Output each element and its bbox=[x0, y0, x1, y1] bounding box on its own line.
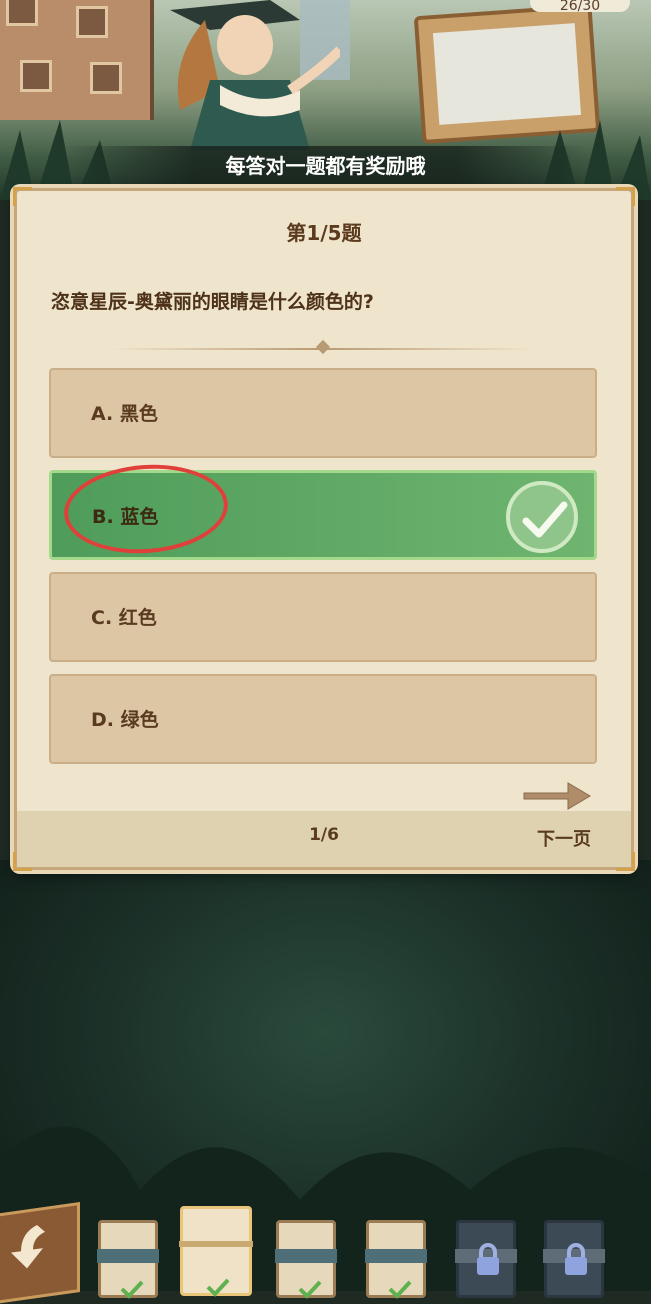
question-card-2[interactable] bbox=[179, 1206, 253, 1297]
option-label: C. 红色 bbox=[91, 607, 157, 629]
lock-icon bbox=[477, 1243, 499, 1275]
panel-corner bbox=[13, 187, 32, 206]
check-icon bbox=[298, 1280, 322, 1299]
divider-ornament bbox=[315, 339, 331, 355]
question-card-5 bbox=[455, 1220, 517, 1298]
question-card-4[interactable] bbox=[365, 1220, 427, 1299]
quiz-panel: 第1/5题 恣意星辰-奥黛丽的眼睛是什么颜色的? A. 黑色 B. 蓝色 C. … bbox=[13, 187, 635, 871]
question-number: 第1/5题 bbox=[286, 221, 362, 245]
back-button[interactable] bbox=[0, 1201, 80, 1304]
back-arrow-icon bbox=[11, 1225, 45, 1269]
question-text: 恣意星辰-奥黛丽的眼睛是什么颜色的? bbox=[51, 291, 374, 313]
option-c[interactable]: C. 红色 bbox=[49, 572, 597, 662]
next-page-button[interactable]: 下一页 bbox=[537, 825, 591, 851]
question-card-1[interactable] bbox=[97, 1220, 159, 1299]
lock-icon bbox=[565, 1243, 587, 1275]
check-icon bbox=[206, 1278, 230, 1297]
option-label: A. 黑色 bbox=[91, 403, 158, 425]
correct-check-icon bbox=[506, 481, 578, 553]
check-icon bbox=[388, 1280, 412, 1299]
header-scene: 26/30 每答对一题都有奖励哦 bbox=[0, 0, 651, 200]
option-a[interactable]: A. 黑色 bbox=[49, 368, 597, 458]
next-arrow-icon[interactable] bbox=[522, 779, 592, 813]
highlight-circle bbox=[61, 459, 231, 559]
progress-counter: 26/30 bbox=[530, 0, 630, 14]
background-building bbox=[0, 0, 154, 120]
check-icon bbox=[120, 1280, 144, 1299]
panel-corner bbox=[616, 187, 635, 206]
panel-footer: 1/6 下一页 bbox=[17, 811, 631, 867]
option-label: D. 绿色 bbox=[91, 709, 159, 731]
option-d[interactable]: D. 绿色 bbox=[49, 674, 597, 764]
question-card-3[interactable] bbox=[275, 1220, 337, 1299]
question-card-6 bbox=[543, 1220, 605, 1298]
reward-banner: 每答对一题都有奖励哦 bbox=[0, 146, 651, 186]
option-b[interactable]: B. 蓝色 bbox=[49, 459, 597, 560]
